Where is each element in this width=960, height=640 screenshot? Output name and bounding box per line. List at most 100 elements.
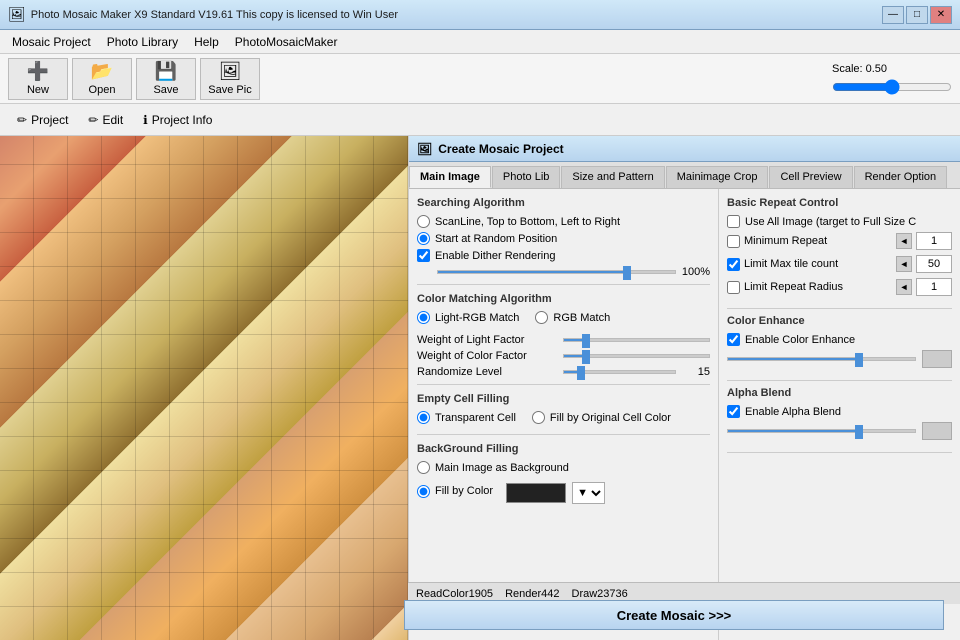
dither-slider[interactable]	[437, 270, 676, 274]
light-factor-slider[interactable]	[563, 338, 710, 342]
color-enhance-value	[922, 350, 952, 368]
dither-label: Enable Dither Rendering	[435, 250, 555, 262]
main-image-bg-radio[interactable]	[417, 461, 430, 474]
min-repeat-row: Minimum Repeat ◄ 1	[727, 232, 952, 250]
app-icon: 🖼	[8, 6, 26, 23]
light-rgb-row: Light-RGB Match	[417, 311, 519, 324]
fill-original-label: Fill by Original Cell Color	[550, 412, 671, 424]
enable-color-enhance-label: Enable Color Enhance	[745, 334, 855, 346]
new-button[interactable]: ➕ New	[8, 58, 68, 100]
dither-checkbox[interactable]	[417, 249, 430, 262]
color-enhance-slider-row	[727, 350, 952, 368]
basic-repeat-section: Basic Repeat Control Use All Image (targ…	[727, 197, 952, 296]
fill-color-label: Fill by Color	[435, 485, 493, 497]
open-label: Open	[89, 84, 116, 96]
enable-alpha-blend-label: Enable Alpha Blend	[745, 406, 841, 418]
new-label: New	[27, 84, 49, 96]
tab-render-option[interactable]: Render Option	[854, 166, 948, 188]
edit-label: Edit	[102, 113, 123, 127]
random-radio[interactable]	[417, 232, 430, 245]
max-tile-checkbox[interactable]	[727, 258, 740, 271]
menu-mosaic-project[interactable]: Mosaic Project	[4, 33, 99, 51]
open-icon: 📂	[91, 61, 113, 82]
min-repeat-checkbox[interactable]	[727, 235, 740, 248]
info-icon: ℹ	[143, 113, 148, 127]
color-swatch[interactable]	[506, 483, 566, 503]
use-all-image-label: Use All Image (target to Full Size C	[745, 216, 916, 228]
max-tile-label: Limit Max tile count	[744, 258, 892, 270]
window-controls: — □ ✕	[882, 6, 952, 24]
fill-original-radio[interactable]	[532, 411, 545, 424]
max-tile-value[interactable]: 50	[916, 255, 952, 273]
min-repeat-dec[interactable]: ◄	[896, 233, 912, 249]
close-button[interactable]: ✕	[930, 6, 952, 24]
alpha-blend-slider[interactable]	[727, 429, 916, 433]
fill-color-row: Fill by Color ▼	[417, 478, 710, 504]
scale-slider[interactable]	[832, 79, 952, 95]
repeat-radius-row: Limit Repeat Radius ◄ 1	[727, 278, 952, 296]
tab-size-pattern[interactable]: Size and Pattern	[561, 166, 664, 188]
save-pic-button[interactable]: 🖼 Save Pic	[200, 58, 260, 100]
tab-mainimage-crop[interactable]: Mainimage Crop	[666, 166, 769, 188]
repeat-radius-label: Limit Repeat Radius	[744, 281, 892, 293]
menu-photo-library[interactable]: Photo Library	[99, 33, 186, 51]
mosaic-canvas	[0, 136, 408, 640]
create-mosaic-button[interactable]: Create Mosaic >>>	[719, 600, 944, 630]
save-button[interactable]: 💾 Save	[136, 58, 196, 100]
search-radio-scanline: ScanLine, Top to Bottom, Left to Right	[417, 215, 710, 228]
color-match-title: Color Matching Algorithm	[417, 293, 710, 305]
dialog-title-bar: 🖼 Create Mosaic Project	[409, 136, 960, 162]
color-dropdown[interactable]: ▼	[572, 482, 605, 504]
use-all-image-row: Use All Image (target to Full Size C	[727, 215, 952, 228]
scale-area: Scale: 0.50	[832, 63, 952, 95]
dither-slider-value: 100%	[682, 266, 710, 278]
dither-slider-row: 100%	[417, 266, 710, 278]
repeat-radius-dec[interactable]: ◄	[896, 279, 912, 295]
repeat-radius-value[interactable]: 1	[916, 278, 952, 296]
randomize-slider[interactable]	[563, 370, 676, 374]
right-panel: Basic Repeat Control Use All Image (targ…	[719, 189, 960, 640]
left-panel: Searching Algorithm ScanLine, Top to Bot…	[409, 189, 719, 640]
menu-help[interactable]: Help	[186, 33, 227, 51]
max-tile-dec[interactable]: ◄	[896, 256, 912, 272]
transparent-label: Transparent Cell	[435, 412, 516, 424]
search-radio-random: Start at Random Position	[417, 232, 710, 245]
create-mosaic-label: Create Mosaic >>>	[719, 608, 731, 623]
menu-bar: Mosaic Project Photo Library Help PhotoM…	[0, 30, 960, 54]
min-repeat-value[interactable]: 1	[916, 232, 952, 250]
color-enhance-slider[interactable]	[727, 357, 916, 361]
open-button[interactable]: 📂 Open	[72, 58, 132, 100]
sub-toolbar: ✏ Project ✏ Edit ℹ Project Info	[0, 104, 960, 136]
scanline-radio[interactable]	[417, 215, 430, 228]
tab-photo-lib[interactable]: Photo Lib	[492, 166, 560, 188]
max-tile-row: Limit Max tile count ◄ 50	[727, 255, 952, 273]
rgb-radio[interactable]	[535, 311, 548, 324]
enable-alpha-blend-checkbox[interactable]	[727, 405, 740, 418]
menu-photomosaicmaker[interactable]: PhotoMosaicMaker	[227, 33, 346, 51]
enable-color-enhance-checkbox[interactable]	[727, 333, 740, 346]
dialog-body: Searching Algorithm ScanLine, Top to Bot…	[409, 189, 960, 640]
toolbar: ➕ New 📂 Open 💾 Save 🖼 Save Pic Scale: 0.…	[0, 54, 960, 104]
repeat-radius-checkbox[interactable]	[727, 281, 740, 294]
tab-main-image[interactable]: Main Image	[409, 166, 491, 188]
rgb-label: RGB Match	[553, 312, 610, 324]
main-content: 🖼 Create Mosaic Project Main Image Photo…	[0, 136, 960, 640]
light-factor-label: Weight of Light Factor	[417, 334, 557, 346]
project-button[interactable]: ✏ Project	[8, 109, 77, 131]
scanline-label: ScanLine, Top to Bottom, Left to Right	[435, 216, 620, 228]
scale-label: Scale: 0.50	[832, 63, 887, 75]
fill-color-radio[interactable]	[417, 485, 430, 498]
light-rgb-radio[interactable]	[417, 311, 430, 324]
color-factor-slider[interactable]	[563, 354, 710, 358]
save-pic-label: Save Pic	[208, 84, 251, 96]
tab-cell-preview[interactable]: Cell Preview	[769, 166, 852, 188]
maximize-button[interactable]: □	[906, 6, 928, 24]
use-all-image-checkbox[interactable]	[727, 215, 740, 228]
edit-button[interactable]: ✏ Edit	[79, 109, 132, 131]
transparent-radio[interactable]	[417, 411, 430, 424]
random-label: Start at Random Position	[435, 233, 557, 245]
project-label: Project	[31, 113, 68, 127]
minimize-button[interactable]: —	[882, 6, 904, 24]
dialog-tabs: Main Image Photo Lib Size and Pattern Ma…	[409, 162, 960, 189]
project-info-button[interactable]: ℹ Project Info	[134, 109, 221, 131]
